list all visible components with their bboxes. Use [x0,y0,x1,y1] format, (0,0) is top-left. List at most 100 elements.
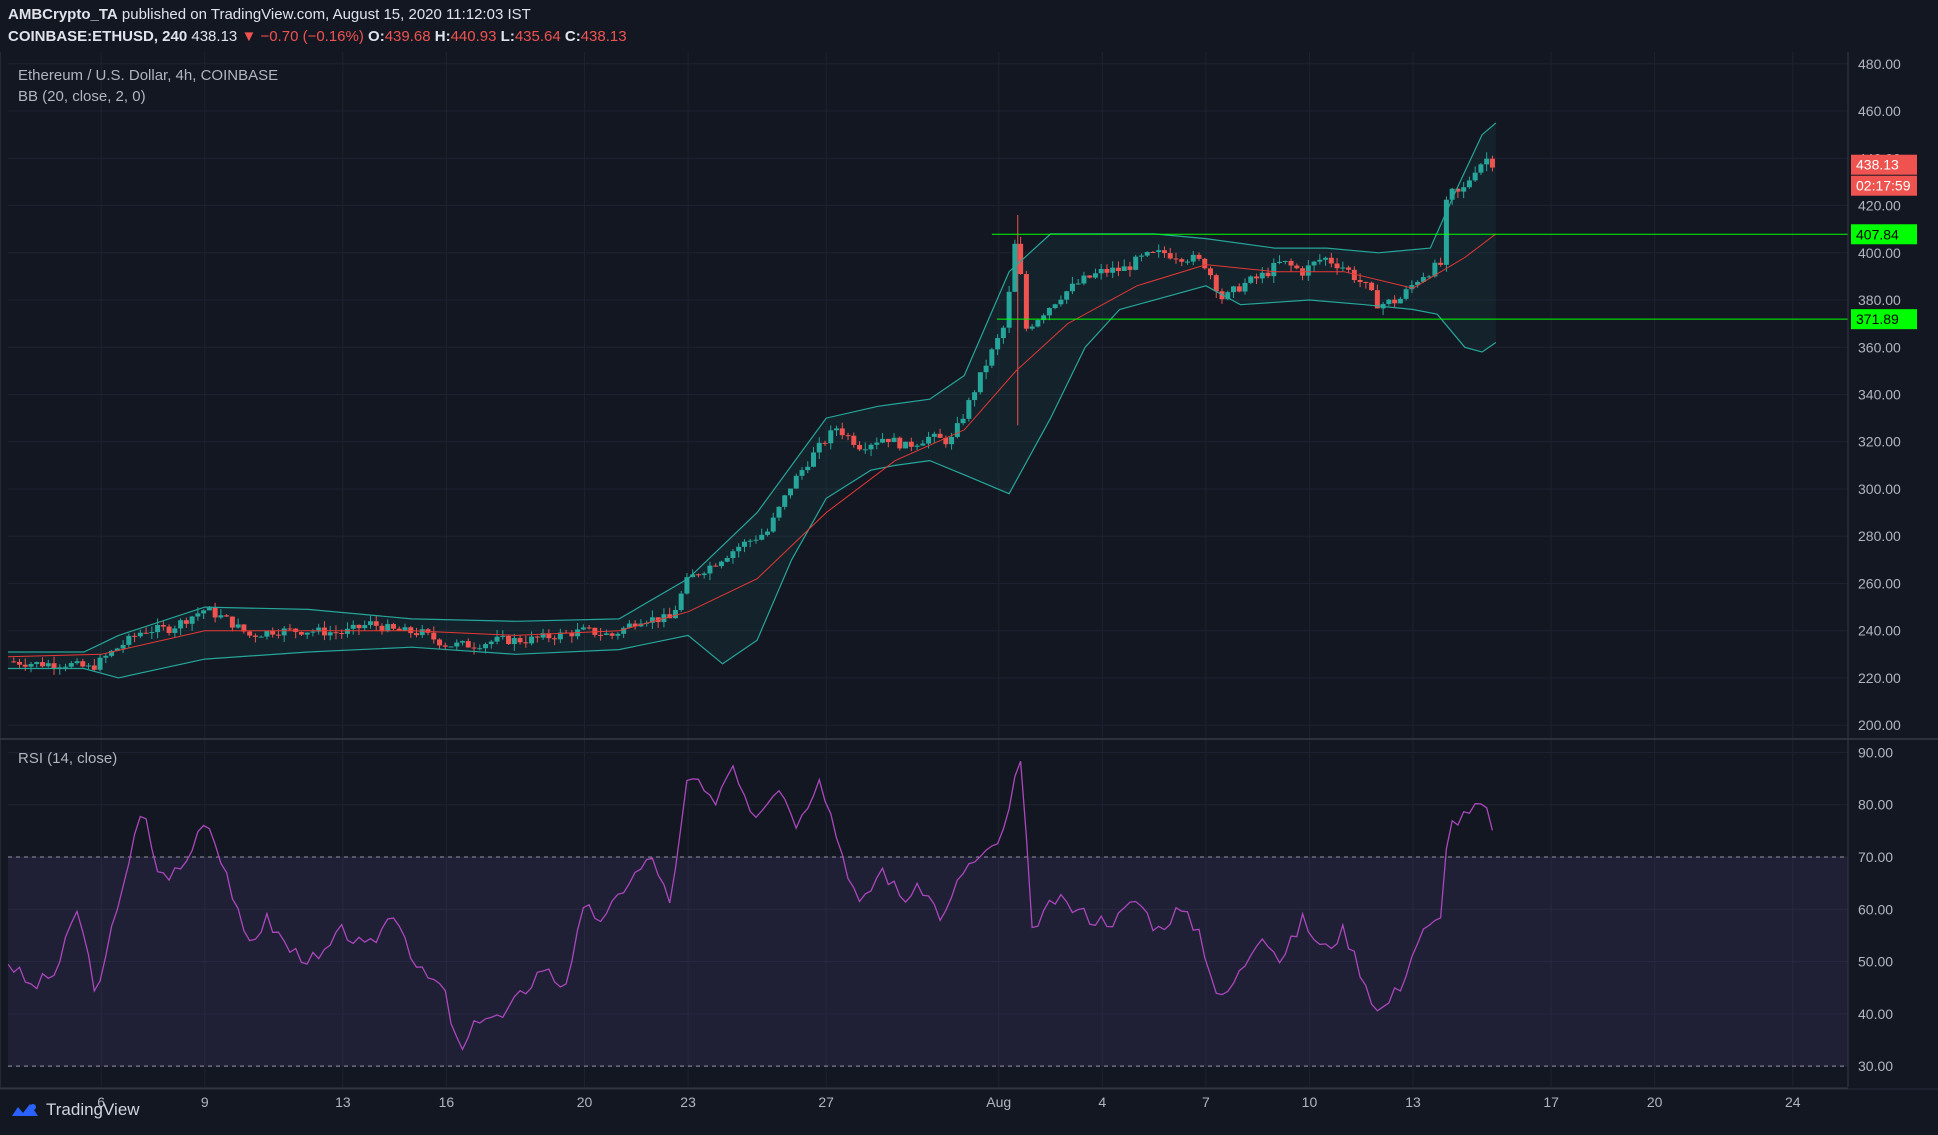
candle-body-194 [1127,266,1133,270]
candle-body-104 [609,633,615,636]
candle-body-153 [891,437,897,443]
candle-body-89 [523,642,529,644]
candle-body-168 [977,372,983,393]
countdown-tag-text: 02:17:59 [1856,178,1911,194]
candle-body-236 [1369,282,1375,291]
candle-body-189 [1098,268,1104,274]
candle-body-216 [1254,276,1260,279]
y-tick-main-5: 300.00 [1858,481,1901,497]
candle-body-131 [764,531,770,535]
candle-body-80 [471,647,477,649]
candle-body-170 [989,349,995,366]
candle-body-87 [511,638,517,645]
y-tick-rsi-6: 90.00 [1858,744,1893,760]
rsi-legend[interactable]: RSI (14, close) [18,750,117,767]
candle-body-139 [811,452,817,467]
symbol-label[interactable]: COINBASE:ETHUSD, 240 [8,28,187,45]
candle-body-41 [247,631,253,636]
candle-body-34 [206,607,212,611]
candle-body-7 [51,663,57,669]
x-tick-6: 27 [818,1094,834,1110]
candle-body-152 [885,438,891,443]
publisher-name[interactable]: AMBCrypto_TA [8,6,118,23]
candle-body-235 [1363,281,1369,283]
candle-body-198 [1150,251,1156,253]
low-value: 435.64 [514,28,561,45]
pair-legend[interactable]: Ethereum / U.S. Dollar, 4h, COINBASE [18,67,278,84]
y-tick-rsi-3: 60.00 [1858,901,1893,917]
candle-body-63 [373,621,379,626]
candle-body-207 [1202,258,1208,269]
y-tick-main-8: 360.00 [1858,339,1901,355]
candle-body-121 [707,565,713,574]
candle-body-161 [937,433,943,438]
x-tick-1: 9 [201,1094,209,1110]
candle-body-91 [534,636,540,638]
candle-body-206 [1196,254,1202,259]
candle-body-120 [701,573,707,576]
chart-canvas[interactable]: 200.00 220.00 240.00 260.00 280.00 300.00 320.… [0,0,1938,1135]
candle-body-6 [45,663,51,667]
candle-body-151 [880,438,886,443]
candle-body-133 [776,506,782,518]
candle-body-119 [695,574,701,576]
y-tick-main-9: 380.00 [1858,292,1901,308]
high-value: 440.93 [450,28,497,45]
candle-body-33 [201,610,207,614]
candle-body-143 [834,428,840,431]
candle-body-166 [966,400,972,419]
y-tick-main-0: 200.00 [1858,717,1901,733]
candle-body-16 [103,655,109,658]
candle-body-81 [477,648,483,650]
candle-body-187 [1087,275,1093,278]
candle-body-10 [68,663,74,667]
candle-body-230 [1334,263,1340,269]
candle-body-83 [488,641,494,645]
candle-body-186 [1081,275,1087,284]
candle-body-69 [408,627,414,634]
candle-body-115 [672,609,678,619]
candle-body-183 [1064,291,1070,300]
close-value: 438.13 [580,28,627,45]
candle-body-205 [1190,254,1196,262]
candle-body-22 [137,632,143,637]
y-tick-rsi-1: 40.00 [1858,1006,1893,1022]
x-tick-2: 13 [335,1094,351,1110]
candle-body-167 [972,392,978,401]
candle-body-52 [310,631,316,633]
candle-body-65 [385,624,391,632]
candle-body-5 [40,662,46,667]
candle-body-256 [1484,158,1490,165]
candle-body-90 [529,636,535,644]
y-tick-main-10: 400.00 [1858,245,1901,261]
candle-body-12 [80,661,86,667]
candle-body-172 [1000,327,1006,339]
candle-body-123 [718,561,724,567]
candle-body-42 [252,635,258,637]
candle-body-74 [437,639,443,646]
candle-body-201 [1167,253,1173,259]
x-tick-4: 20 [577,1094,593,1110]
price-level-tag-1-text: 371.89 [1856,311,1899,327]
candle-body-195 [1133,256,1139,270]
candle-body-55 [327,632,333,636]
bb-legend[interactable]: BB (20, close, 2, 0) [18,88,146,105]
candle-body-61 [362,625,368,629]
candle-body-221 [1282,260,1288,262]
candle-body-191 [1110,267,1116,273]
x-tick-11: 13 [1405,1094,1421,1110]
candle-body-146 [851,435,857,445]
candle-body-26 [160,625,166,627]
candle-body-213 [1236,286,1242,292]
x-tick-5: 23 [680,1094,696,1110]
candle-body-232 [1346,267,1352,270]
candle-body-88 [517,638,523,643]
candle-body-141 [822,442,828,444]
tradingview-brand[interactable]: TradingView [10,1100,140,1120]
candle-body-73 [431,632,437,640]
candle-body-160 [931,433,937,437]
candle-body-58 [344,628,350,634]
candle-body-209 [1213,275,1219,292]
candle-body-157 [914,445,920,447]
candle-body-3 [28,664,34,667]
